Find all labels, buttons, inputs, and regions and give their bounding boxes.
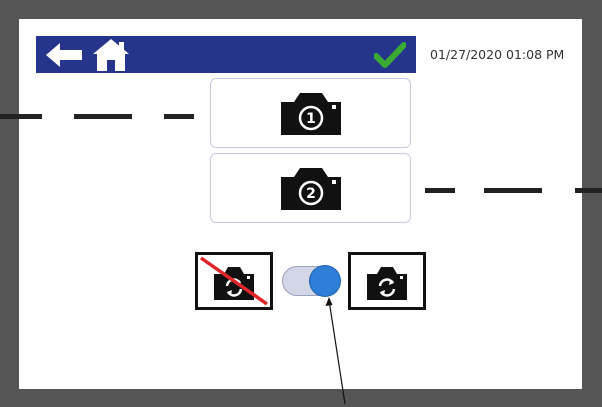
callout-pointer <box>325 297 346 405</box>
